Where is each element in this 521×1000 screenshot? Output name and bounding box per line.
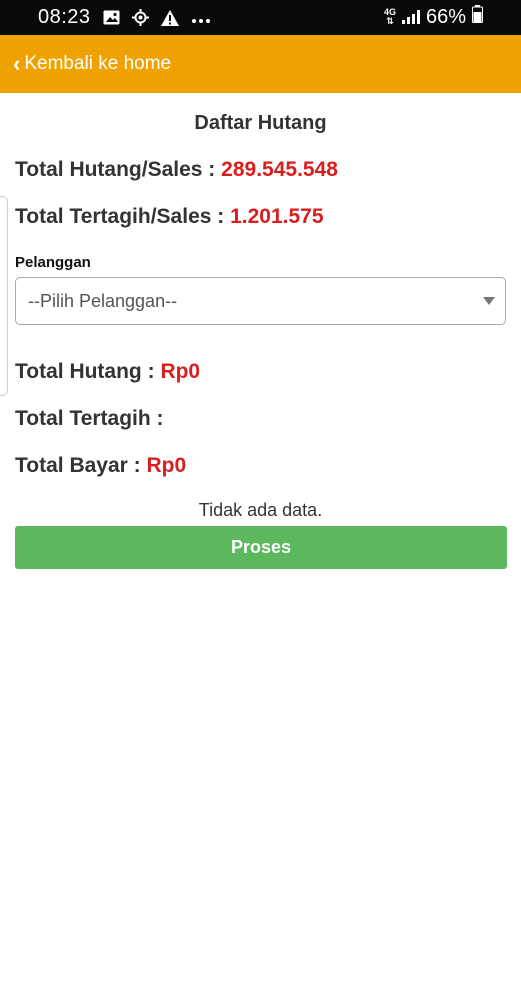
pelanggan-select[interactable]: --Pilih Pelanggan-- (15, 277, 506, 325)
app-header: ‹ Kembali ke home (0, 35, 521, 93)
more-icon (191, 11, 211, 29)
page-title: Daftar Hutang (194, 112, 327, 134)
total-hutang-sales-value: 289.545.548 (221, 158, 338, 181)
total-hutang-sales: Total Hutang/Sales : 289.545.548 (15, 158, 338, 182)
total-hutang-label: Total Hutang : (15, 360, 155, 383)
back-home-link[interactable]: ‹ Kembali ke home (13, 53, 171, 75)
status-bar: 08:23 4G ⇅ 66% (0, 0, 521, 35)
empty-message: Tidak ada data. (198, 500, 323, 520)
location-icon (132, 9, 149, 31)
total-bayar-label: Total Bayar : (15, 454, 141, 477)
warning-icon (161, 9, 179, 31)
total-tertagih-sales-value: 1.201.575 (230, 205, 324, 228)
total-hutang-value: Rp0 (160, 360, 201, 383)
total-tertagih: Total Tertagih : (15, 407, 164, 431)
signal-icon (401, 10, 420, 24)
total-tertagih-label: Total Tertagih : (15, 407, 164, 430)
total-hutang-sales-label: Total Hutang/Sales : (15, 158, 216, 181)
total-hutang: Total Hutang : Rp0 (15, 360, 200, 384)
total-tertagih-sales: Total Tertagih/Sales : 1.201.575 (15, 205, 324, 229)
battery-percent: 66% (425, 5, 466, 28)
image-icon (103, 10, 120, 30)
system-icons: 4G ⇅ 66% (384, 5, 483, 29)
total-bayar: Total Bayar : Rp0 (15, 454, 186, 478)
back-link-label: Kembali ke home (24, 53, 172, 74)
side-drawer-handle[interactable] (0, 196, 8, 396)
notification-icons (103, 9, 211, 31)
pelanggan-selected-value: --Pilih Pelanggan-- (28, 290, 178, 311)
battery-icon (472, 5, 483, 29)
caret-down-icon (483, 297, 495, 305)
network-4g-icon: 4G ⇅ (383, 7, 396, 26)
chevron-left-icon: ‹ (13, 51, 21, 76)
total-tertagih-sales-label: Total Tertagih/Sales : (15, 205, 225, 228)
status-time: 08:23 (38, 6, 91, 28)
proses-button[interactable]: Proses (15, 526, 507, 569)
total-bayar-value: Rp0 (146, 454, 187, 477)
pelanggan-label: Pelanggan (15, 254, 91, 271)
